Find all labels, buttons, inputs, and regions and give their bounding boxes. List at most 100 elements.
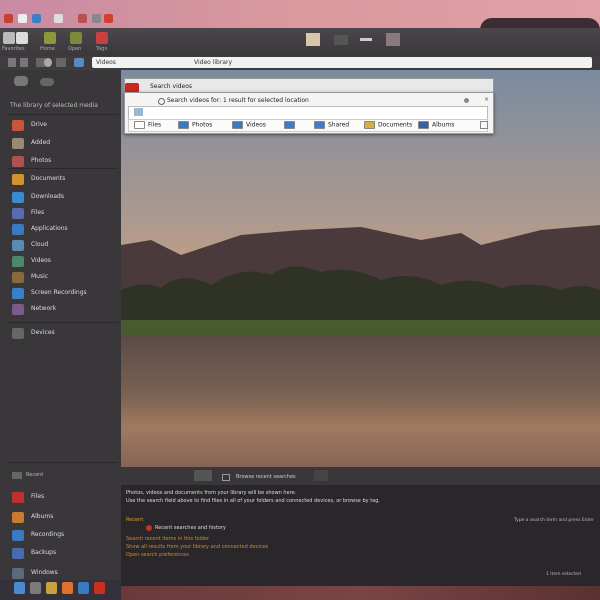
dialog-tab-label: Videos (246, 121, 266, 129)
sidebar-recent-albums[interactable]: Albums (12, 510, 117, 526)
sidebar-header: The library of selected media (10, 102, 98, 109)
windows-icon (12, 568, 24, 579)
view-gallery-button[interactable] (386, 33, 400, 46)
sidebar-recent-backups[interactable]: Backups (12, 546, 117, 562)
sidebar-item-label: Windows (31, 569, 58, 576)
sidebar-item-label: Devices (31, 329, 55, 336)
cloud-icon (44, 58, 52, 67)
sidebar-item-drive[interactable]: Drive (12, 118, 117, 134)
dialog-option-icon[interactable] (464, 98, 469, 103)
view-columns-button[interactable] (360, 38, 372, 41)
finder-icon[interactable] (18, 14, 27, 23)
sidebar-item-documents[interactable]: Documents (12, 172, 117, 188)
home-icon[interactable] (16, 32, 28, 44)
dialog-tab-label: Shared (328, 121, 350, 129)
toolbar-label-favorites: Favorites (2, 46, 25, 52)
forward-icon[interactable] (20, 58, 28, 67)
sidebar-item-added[interactable]: Added (12, 136, 117, 152)
details-bar (121, 467, 600, 485)
details-section: Recent (126, 517, 144, 523)
devices-icon (12, 328, 24, 339)
dialog-search-field[interactable] (128, 106, 488, 120)
dialog-tab-icon (418, 121, 429, 129)
sidebar-item-devices[interactable]: Devices (12, 326, 117, 342)
sidebar-recent-recordings[interactable]: Recordings (12, 528, 117, 544)
toolbar-label-open: Open (68, 46, 82, 52)
sidebar-item-downloads[interactable]: Downloads (12, 190, 117, 206)
dialog-tab-shared[interactable]: Shared (314, 121, 349, 129)
details-toggle[interactable] (314, 470, 328, 481)
open-icon[interactable] (44, 32, 56, 44)
favorites-icon[interactable] (3, 32, 15, 44)
drive-icon (12, 120, 24, 131)
sidebar-item-screen-recordings[interactable]: Screen Recordings (12, 286, 117, 302)
sidebar-item-label: Albums (31, 513, 54, 520)
dialog-tab-icon (284, 121, 295, 129)
dialog-resize-icon[interactable] (480, 121, 488, 129)
details-orange-2[interactable]: Show all results from your library and c… (126, 544, 268, 550)
dialog-tab-label: Documents (378, 121, 413, 129)
sidebar-item-applications[interactable]: Applications (12, 222, 117, 238)
sidebar-item-label: Backups (31, 549, 57, 556)
details-search-icon (222, 474, 230, 481)
apple-menu-icon[interactable] (4, 14, 13, 23)
dialog-tab-photos[interactable]: Photos (178, 121, 212, 129)
sidebar-sync-icon (40, 78, 54, 86)
sidebar-item-label: Files (31, 209, 45, 216)
dialog-tab-videos[interactable]: Videos (232, 121, 266, 129)
sidebar-item-cloud[interactable]: Cloud (12, 238, 117, 254)
sidebar-item-label: Applications (31, 225, 68, 232)
dock-store-icon[interactable] (78, 582, 89, 594)
view-icons-button[interactable] (306, 33, 320, 46)
view-list-button[interactable] (334, 35, 348, 45)
details-button[interactable] (194, 470, 212, 481)
dialog-tab-files[interactable]: Files (134, 121, 161, 129)
details-line-2: Use the search field above to find files… (126, 498, 380, 504)
share-icon[interactable] (56, 58, 66, 67)
sidebar-item-music[interactable]: Music (12, 270, 117, 286)
details-orange-1[interactable]: Search recent items in this folder (126, 536, 209, 542)
files-icon (12, 208, 24, 219)
dialog-tab-icon (314, 121, 325, 129)
applications-icon (12, 224, 24, 235)
window-icon[interactable] (54, 14, 63, 23)
sidebar-item-network[interactable]: Network (12, 302, 117, 318)
dialog-tab-icon (134, 121, 145, 129)
cloud-icon (12, 240, 24, 251)
dock-mail-icon[interactable] (14, 582, 25, 594)
dialog-tab-icon[interactable] (284, 121, 298, 129)
dialog-tab-label: Albums (432, 121, 455, 129)
recent-icon (12, 472, 22, 479)
record-icon (146, 525, 152, 531)
address-input[interactable]: Videos Video library (92, 57, 592, 68)
dock-photos-icon[interactable] (46, 582, 57, 594)
dock-music-icon[interactable] (62, 582, 73, 594)
sidebar-item-videos[interactable]: Videos (12, 254, 117, 270)
treeline (121, 266, 600, 335)
dock-power-icon[interactable] (94, 582, 105, 594)
shield-icon[interactable] (32, 14, 41, 23)
music-icon (12, 272, 24, 283)
details-orange-3[interactable]: Open search preferences (126, 552, 189, 558)
back-icon[interactable] (8, 58, 16, 67)
dialog-tab-label: Photos (192, 121, 213, 129)
alert-icon[interactable] (104, 14, 113, 23)
cloud-sync-icon[interactable] (74, 58, 84, 67)
tags-icon[interactable] (70, 32, 82, 44)
downloads-icon (12, 192, 24, 203)
sidebar-item-files[interactable]: Files (12, 206, 117, 222)
close-icon[interactable]: × (484, 96, 489, 103)
sidebar-recent-files[interactable]: Files (12, 490, 117, 506)
sidebar-item-label: Cloud (31, 241, 49, 248)
dialog-tab-documents[interactable]: Documents (364, 121, 412, 129)
edit-icon[interactable] (92, 14, 101, 23)
sidebar-item-label: Documents (31, 175, 66, 182)
pen-icon[interactable] (78, 14, 87, 23)
dialog-tab-icon (178, 121, 189, 129)
details-item-1: Recent searches and history (155, 525, 226, 531)
sidebar-item-label: Network (31, 305, 57, 312)
dialog-tab-albums[interactable]: Albums (418, 121, 454, 129)
dock-files-icon[interactable] (30, 582, 41, 594)
details-bar-label: Browse recent searches (236, 474, 296, 480)
delete-icon[interactable] (96, 32, 108, 44)
